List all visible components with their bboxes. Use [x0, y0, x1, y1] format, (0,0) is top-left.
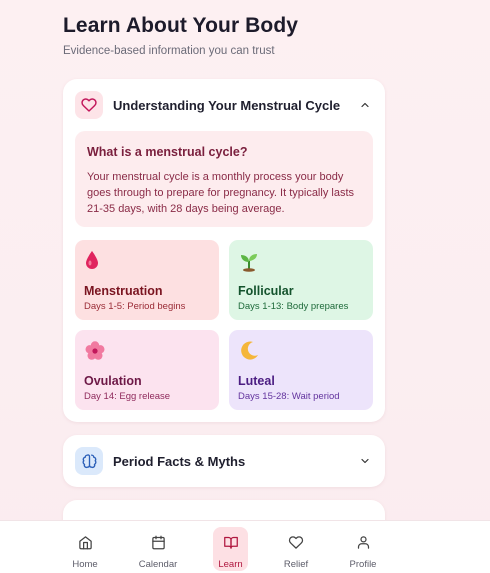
phase-desc: Days 1-13: Body prepares: [238, 301, 349, 312]
cycle-info-box: What is a menstrual cycle? Your menstrua…: [75, 131, 373, 227]
info-title: What is a menstrual cycle?: [87, 145, 248, 159]
brain-icon: [75, 447, 103, 475]
phase-name: Luteal: [238, 374, 275, 388]
bottom-nav: Home Calendar Learn Relief Profile: [0, 520, 490, 573]
facts-section-card: Period Facts & Myths: [63, 435, 385, 487]
calendar-icon: [151, 532, 166, 552]
phase-name: Follicular: [238, 284, 294, 298]
phase-name: Menstruation: [84, 284, 163, 298]
phase-desc: Days 1-5: Period begins: [84, 301, 186, 312]
phase-card-ovulation[interactable]: Ovulation Day 14: Egg release: [75, 330, 219, 410]
home-icon: [78, 532, 93, 552]
chevron-up-icon[interactable]: [357, 97, 373, 113]
nav-home[interactable]: Home: [57, 527, 113, 571]
nav-profile[interactable]: Profile: [335, 527, 391, 571]
cycle-section-card: Understanding Your Menstrual Cycle What …: [63, 79, 385, 422]
heart-icon: [75, 91, 103, 119]
phase-desc: Days 15-28: Wait period: [238, 391, 340, 402]
user-icon: [356, 532, 371, 552]
seedling-icon: [238, 250, 364, 274]
nav-label: Profile: [349, 559, 377, 570]
nav-calendar[interactable]: Calendar: [130, 527, 186, 571]
nav-relief[interactable]: Relief: [268, 527, 324, 571]
nav-label: Relief: [283, 559, 309, 570]
phase-card-luteal[interactable]: Luteal Days 15-28: Wait period: [229, 330, 373, 410]
facts-section-title: Period Facts & Myths: [113, 453, 246, 469]
chevron-down-icon[interactable]: [357, 453, 373, 469]
phase-card-menstruation[interactable]: Menstruation Days 1-5: Period begins: [75, 240, 219, 320]
blood-drop-icon: [84, 250, 210, 274]
page-subtitle: Evidence-based information you can trust: [63, 45, 275, 57]
facts-section-header[interactable]: Period Facts & Myths: [75, 447, 373, 475]
heart-icon: [288, 532, 304, 552]
nav-learn[interactable]: Learn: [213, 527, 248, 571]
cycle-section-header[interactable]: Understanding Your Menstrual Cycle: [75, 91, 373, 119]
phase-desc: Day 14: Egg release: [84, 391, 171, 402]
nav-label: Calendar: [138, 559, 178, 570]
phase-card-follicular[interactable]: Follicular Days 1-13: Body prepares: [229, 240, 373, 320]
nav-label: Home: [72, 559, 98, 570]
page-title: Learn About Your Body: [63, 14, 299, 37]
cycle-section-title: Understanding Your Menstrual Cycle: [113, 97, 341, 113]
phase-name: Ovulation: [84, 374, 142, 388]
flower-icon: [84, 340, 210, 364]
nav-label: Learn: [218, 559, 243, 570]
moon-icon: [238, 340, 364, 364]
book-icon: [223, 532, 239, 552]
info-text: Your menstrual cycle is a monthly proces…: [87, 171, 354, 215]
